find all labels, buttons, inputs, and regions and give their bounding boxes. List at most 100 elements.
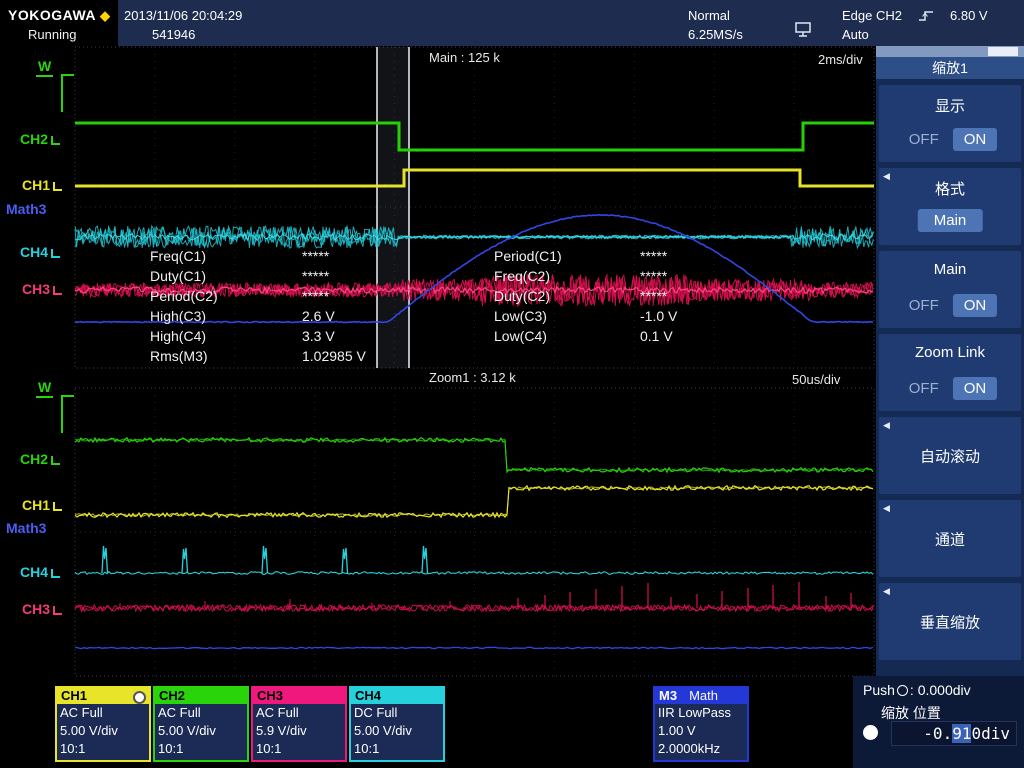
oscilloscope-screen: YOKOGAWA ◆ Running 2013/11/06 20:04:29 54… bbox=[0, 0, 1024, 768]
logo-block: YOKOGAWA ◆ Running bbox=[0, 0, 118, 46]
level-marker-icon bbox=[51, 568, 61, 578]
menu-item-label: 垂直缩放 bbox=[919, 614, 980, 631]
menu-item-channel[interactable]: ◀ 通道 bbox=[879, 500, 1021, 577]
trace-label-ch1-zoom[interactable]: CH1 bbox=[22, 497, 63, 513]
status-bar: YOKOGAWA ◆ Running 2013/11/06 20:04:29 54… bbox=[0, 0, 1024, 46]
menu-item-display[interactable]: 显示 OFF ON bbox=[879, 85, 1021, 162]
main-toggle: OFF ON bbox=[879, 294, 1021, 317]
channel-name: CH3 bbox=[257, 688, 284, 703]
channel-coupling: AC Full bbox=[60, 705, 103, 720]
arrow-left-icon: ◀ bbox=[883, 586, 890, 596]
zoom-link-on-button[interactable]: ON bbox=[952, 377, 998, 400]
measurement-label: Low(C4) bbox=[494, 328, 547, 344]
main-on-button[interactable]: ON bbox=[952, 294, 998, 317]
channel-name: CH2 bbox=[159, 688, 186, 703]
trace-label-ch2-main[interactable]: CH2 bbox=[20, 131, 61, 147]
trace-label-ch3-zoom[interactable]: CH3 bbox=[22, 601, 63, 617]
scrollbar-thumb[interactable] bbox=[988, 47, 1018, 56]
menu-item-auto-scroll[interactable]: ◀ 自动滚动 bbox=[879, 417, 1021, 494]
measurement-row: Freq(C2) ***** bbox=[494, 268, 677, 288]
channel-box-ch2[interactable]: CH2 AC Full 5.00 V/div 10:1 bbox=[153, 686, 249, 762]
math-scale: 1.00 V bbox=[658, 723, 696, 738]
arrow-left-icon: ◀ bbox=[883, 420, 890, 430]
trace-label-ch1-main[interactable]: CH1 bbox=[22, 177, 63, 193]
channel-header: CH2 bbox=[155, 688, 247, 704]
channel-box-ch4[interactable]: CH4 DC Full 5.00 V/div 10:1 bbox=[349, 686, 445, 762]
push-value: : 0.000div bbox=[909, 682, 971, 698]
push-knob-hint: Push: 0.000div bbox=[863, 682, 971, 698]
trace-label-ch2-zoom[interactable]: CH2 bbox=[20, 451, 61, 467]
channel-header: CH1 bbox=[57, 688, 149, 704]
trigger-mode: Normal bbox=[688, 8, 730, 23]
zoom-link-off-button[interactable]: OFF bbox=[903, 377, 945, 400]
trace-label-text: CH4 bbox=[20, 244, 49, 260]
channel-probe: 10:1 bbox=[256, 741, 282, 756]
trigger-edge-icon bbox=[919, 11, 933, 21]
menu-item-label: 显示 bbox=[934, 98, 965, 115]
menu-item-format[interactable]: ◀ 格式 Main bbox=[879, 168, 1021, 245]
level-marker-icon bbox=[53, 501, 63, 511]
value-prefix: -0. bbox=[923, 724, 953, 743]
measurement-row: High(C3) 2.6 V bbox=[150, 308, 366, 328]
math-cutoff: 2.0000kHz bbox=[658, 741, 721, 756]
measurement-value: 1.02985 V bbox=[302, 348, 366, 364]
trace-label-ch4-zoom[interactable]: CH4 bbox=[20, 564, 61, 580]
measurement-label: Freq(C2) bbox=[494, 268, 551, 284]
channel-box-math3[interactable]: M3 Math IIR LowPass 1.00 V 2.0000kHz bbox=[653, 686, 749, 762]
measurement-value: 0.1 V bbox=[640, 328, 673, 344]
display-on-button[interactable]: ON bbox=[952, 128, 998, 151]
math-filter: IIR LowPass bbox=[658, 705, 731, 720]
zoom-position-panel: Push: 0.000div 缩放 位置 -0. 91 0div bbox=[853, 676, 1024, 768]
trace-label-math3-zoom[interactable]: Math3 bbox=[6, 520, 46, 536]
measurement-row: Freq(C1) ***** bbox=[150, 248, 366, 268]
trace-label-ch4-main[interactable]: CH4 bbox=[20, 244, 61, 260]
channel-scale: 5.00 V/div bbox=[354, 723, 412, 738]
measurement-row: Duty(C1) ***** bbox=[150, 268, 366, 288]
menu-item-zoom-link[interactable]: Zoom Link OFF ON bbox=[879, 334, 1021, 411]
menu-item-label: 格式 bbox=[934, 181, 965, 198]
trace-label-text: CH3 bbox=[22, 281, 51, 297]
channel-coupling: AC Full bbox=[256, 705, 299, 720]
zoom-position-value[interactable]: -0. 91 0div bbox=[891, 721, 1017, 746]
channel-box-ch3[interactable]: CH3 AC Full 5.9 V/div 10:1 bbox=[251, 686, 347, 762]
zoom-source-marker-zoom: W bbox=[36, 379, 54, 398]
trace-label-ch3-main[interactable]: CH3 bbox=[22, 281, 63, 297]
main-record-label: Main : 125 k bbox=[425, 50, 504, 65]
trace-label-text: CH1 bbox=[22, 177, 51, 193]
trigger-position-icon bbox=[795, 22, 811, 37]
knob-indicator-icon[interactable] bbox=[863, 725, 878, 740]
measurement-column-2: Period(C1) ***** Freq(C2) ***** Duty(C2) **… bbox=[494, 248, 677, 348]
measurement-label: Period(C1) bbox=[494, 248, 562, 264]
display-off-button[interactable]: OFF bbox=[903, 128, 945, 151]
channel-probe: 10:1 bbox=[60, 741, 86, 756]
measurement-label: High(C3) bbox=[150, 308, 207, 324]
measurement-value: 3.3 V bbox=[302, 328, 335, 344]
channel-name: CH1 bbox=[61, 688, 88, 703]
zoom-source-marker-main: W bbox=[36, 58, 54, 77]
channel-probe: 10:1 bbox=[354, 741, 380, 756]
main-off-button[interactable]: OFF bbox=[903, 294, 945, 317]
channel-box-ch1[interactable]: CH1 AC Full 5.00 V/div 10:1 bbox=[55, 686, 151, 762]
format-main-button[interactable]: Main bbox=[917, 209, 983, 232]
menu-sidebar: 缩放1 显示 OFF ON ◀ 格式 Main Main OFF ON Zoom… bbox=[876, 46, 1024, 676]
channel-header: CH4 bbox=[351, 688, 443, 704]
menu-item-label: Main bbox=[933, 261, 967, 278]
math-tag: Math bbox=[689, 688, 718, 703]
sidebar-scrollbar[interactable] bbox=[876, 46, 1024, 57]
main-timebase: 2ms/div bbox=[814, 52, 867, 67]
menu-title: 缩放1 bbox=[876, 57, 1024, 79]
menu-item-main[interactable]: Main OFF ON bbox=[879, 251, 1021, 328]
menu-item-vertical-zoom[interactable]: ◀ 垂直缩放 bbox=[879, 583, 1021, 660]
value-selected-digits: 91 bbox=[952, 724, 972, 743]
measurement-row: Period(C1) ***** bbox=[494, 248, 677, 268]
measurement-label: Rms(M3) bbox=[150, 348, 208, 364]
trace-label-math3-main[interactable]: Math3 bbox=[6, 201, 46, 217]
measurement-label: High(C4) bbox=[150, 328, 207, 344]
measurement-row: Low(C4) 0.1 V bbox=[494, 328, 677, 348]
trigger-level: 6.80 V bbox=[950, 8, 988, 23]
measurement-value: ***** bbox=[302, 248, 330, 264]
trace-label-text: CH3 bbox=[22, 601, 51, 617]
measurement-row: High(C4) 3.3 V bbox=[150, 328, 366, 348]
measurement-label: Freq(C1) bbox=[150, 248, 207, 264]
level-marker-icon bbox=[51, 135, 61, 145]
